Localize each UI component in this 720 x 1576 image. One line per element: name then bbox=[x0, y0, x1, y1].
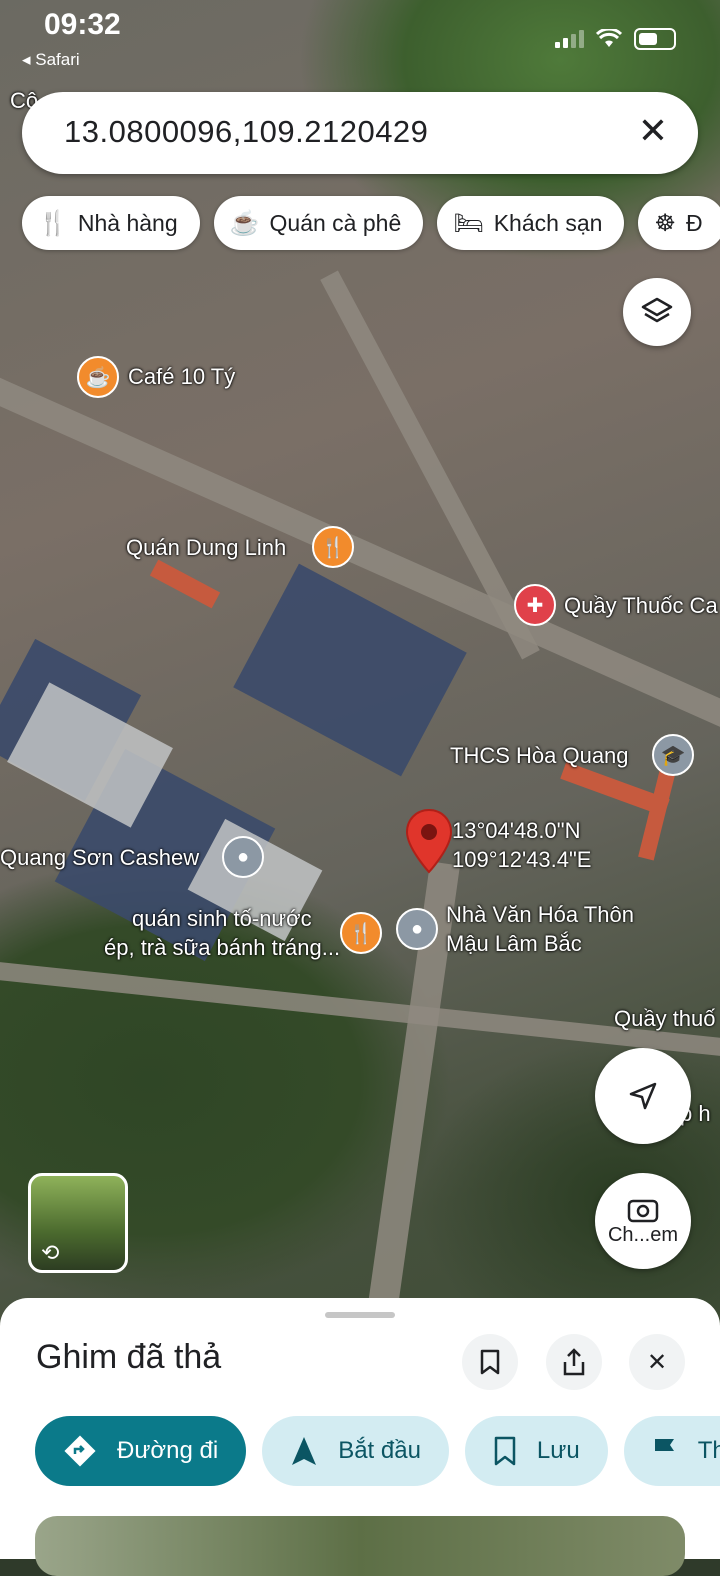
place-icon[interactable]: ● bbox=[396, 908, 438, 950]
chip-attractions[interactable]: ☸ Đ bbox=[638, 196, 720, 250]
category-chips: 🍴 Nhà hàng ☕ Quán cà phê 🛏 Khách sạn ☸ Đ bbox=[22, 196, 720, 250]
add-label-button[interactable]: Th bbox=[623, 1416, 720, 1486]
directions-icon bbox=[64, 1435, 96, 1467]
search-query[interactable]: 13.0800096,109.2120429 bbox=[64, 114, 428, 150]
bookmark-icon bbox=[494, 1436, 516, 1466]
place-icon[interactable]: ● bbox=[222, 836, 264, 878]
my-location-button[interactable] bbox=[595, 1048, 691, 1144]
hotel-icon: 🛏 bbox=[453, 209, 484, 237]
save-bookmark-button[interactable] bbox=[462, 1334, 518, 1390]
navigation-arrow-icon bbox=[629, 1082, 657, 1110]
status-time: 09:32 bbox=[44, 8, 121, 41]
map-label-quan-dung-linh[interactable]: Quán Dung Linh bbox=[126, 535, 286, 561]
action-label: Đường đi bbox=[117, 1437, 219, 1464]
sheet-title: Ghim đã thả bbox=[36, 1338, 222, 1376]
place-bottom-sheet[interactable]: Ghim đã thả ✕ Đường đi Bắt đầu Lưu Th bbox=[0, 1298, 720, 1576]
map-building bbox=[149, 559, 221, 609]
flag-icon bbox=[654, 1439, 674, 1464]
restaurant-icon[interactable]: 🍴 bbox=[312, 526, 354, 568]
restaurant-icon[interactable]: 🍴 bbox=[340, 912, 382, 954]
close-sheet-button[interactable]: ✕ bbox=[629, 1334, 685, 1390]
search-bar[interactable]: 13.0800096,109.2120429 ✕ bbox=[22, 92, 698, 174]
clear-search-button[interactable]: ✕ bbox=[630, 108, 676, 154]
action-label: Th bbox=[697, 1437, 720, 1464]
chip-hotels[interactable]: 🛏 Khách sạn bbox=[437, 196, 625, 250]
pharmacy-icon[interactable]: ✚ bbox=[514, 584, 556, 626]
map-road bbox=[0, 960, 720, 1058]
chip-label: Nhà hàng bbox=[77, 209, 178, 236]
coffee-icon: ☕ bbox=[229, 209, 260, 237]
share-button[interactable] bbox=[546, 1334, 602, 1390]
signal-icon bbox=[555, 30, 584, 48]
pin-coordinate-lat: 13°04'48.0"N bbox=[452, 818, 581, 843]
wifi-icon bbox=[596, 29, 622, 47]
status-indicators bbox=[555, 28, 676, 50]
map-label-quan-sinh-to[interactable]: quán sinh tố-nước bbox=[132, 906, 312, 932]
chip-restaurants[interactable]: 🍴 Nhà hàng bbox=[22, 196, 200, 250]
chip-label: Đ bbox=[685, 209, 703, 236]
map-label-cafe[interactable]: Café 10 Tý bbox=[128, 364, 235, 390]
directions-button[interactable]: Đường đi bbox=[35, 1416, 247, 1486]
map-label-quan-sinh-to-2[interactable]: ép, trà sữa bánh tráng... bbox=[104, 935, 340, 961]
attraction-icon: ☸ bbox=[654, 209, 676, 237]
map-label-nha-van-hoa-2[interactable]: Mậu Lâm Bắc bbox=[446, 931, 582, 957]
camera-icon bbox=[627, 1199, 659, 1222]
sheet-drag-handle[interactable] bbox=[325, 1312, 395, 1318]
layers-button[interactable] bbox=[623, 278, 691, 346]
chip-label: Quán cà phê bbox=[269, 209, 402, 236]
start-navigation-button[interactable]: Bắt đầu bbox=[262, 1416, 449, 1486]
dropped-pin-icon[interactable] bbox=[404, 808, 454, 876]
lens-label: Ch...em bbox=[607, 1223, 679, 1246]
close-icon: ✕ bbox=[646, 1348, 668, 1376]
navigation-icon bbox=[292, 1437, 317, 1465]
map-label-quay-thuoc-2[interactable]: Quầy thuố bbox=[614, 1006, 716, 1032]
chip-label: Khách sạn bbox=[493, 209, 603, 236]
layers-icon bbox=[641, 297, 673, 323]
map-label-quang-son[interactable]: Quang Sơn Cashew bbox=[0, 845, 199, 871]
map-label-nha-van-hoa[interactable]: Nhà Văn Hóa Thôn bbox=[446, 902, 634, 928]
map-label-quay-thuoc[interactable]: Quầy Thuốc Ca bbox=[564, 593, 718, 619]
rotate-360-icon: ⟲ bbox=[41, 1240, 60, 1265]
action-label: Bắt đầu bbox=[338, 1437, 421, 1464]
back-app-label: Safari bbox=[35, 50, 80, 69]
status-bar: 09:32 ◂ Safari bbox=[0, 0, 720, 70]
share-icon bbox=[563, 1348, 585, 1376]
restaurant-icon: 🍴 bbox=[38, 209, 68, 237]
pin-coordinate-lon: 109°12'43.4"E bbox=[452, 847, 592, 872]
action-label: Lưu bbox=[536, 1437, 580, 1464]
chip-cafes[interactable]: ☕ Quán cà phê bbox=[213, 196, 424, 250]
back-to-app-link[interactable]: ◂ Safari bbox=[22, 50, 80, 70]
cafe-icon[interactable]: ☕ bbox=[77, 356, 119, 398]
school-icon[interactable]: 🎓 bbox=[652, 734, 694, 776]
place-photo[interactable] bbox=[35, 1516, 685, 1576]
bookmark-icon bbox=[480, 1349, 500, 1375]
lens-search-button[interactable]: Ch...em bbox=[595, 1173, 691, 1269]
action-buttons: Đường đi Bắt đầu Lưu Th bbox=[35, 1416, 720, 1486]
street-view-thumbnail[interactable]: ⟲ bbox=[28, 1173, 128, 1273]
save-button[interactable]: Lưu bbox=[464, 1416, 608, 1486]
battery-icon bbox=[634, 28, 676, 50]
close-icon: ✕ bbox=[637, 110, 669, 151]
map-label-thcs[interactable]: THCS Hòa Quang bbox=[450, 743, 629, 769]
